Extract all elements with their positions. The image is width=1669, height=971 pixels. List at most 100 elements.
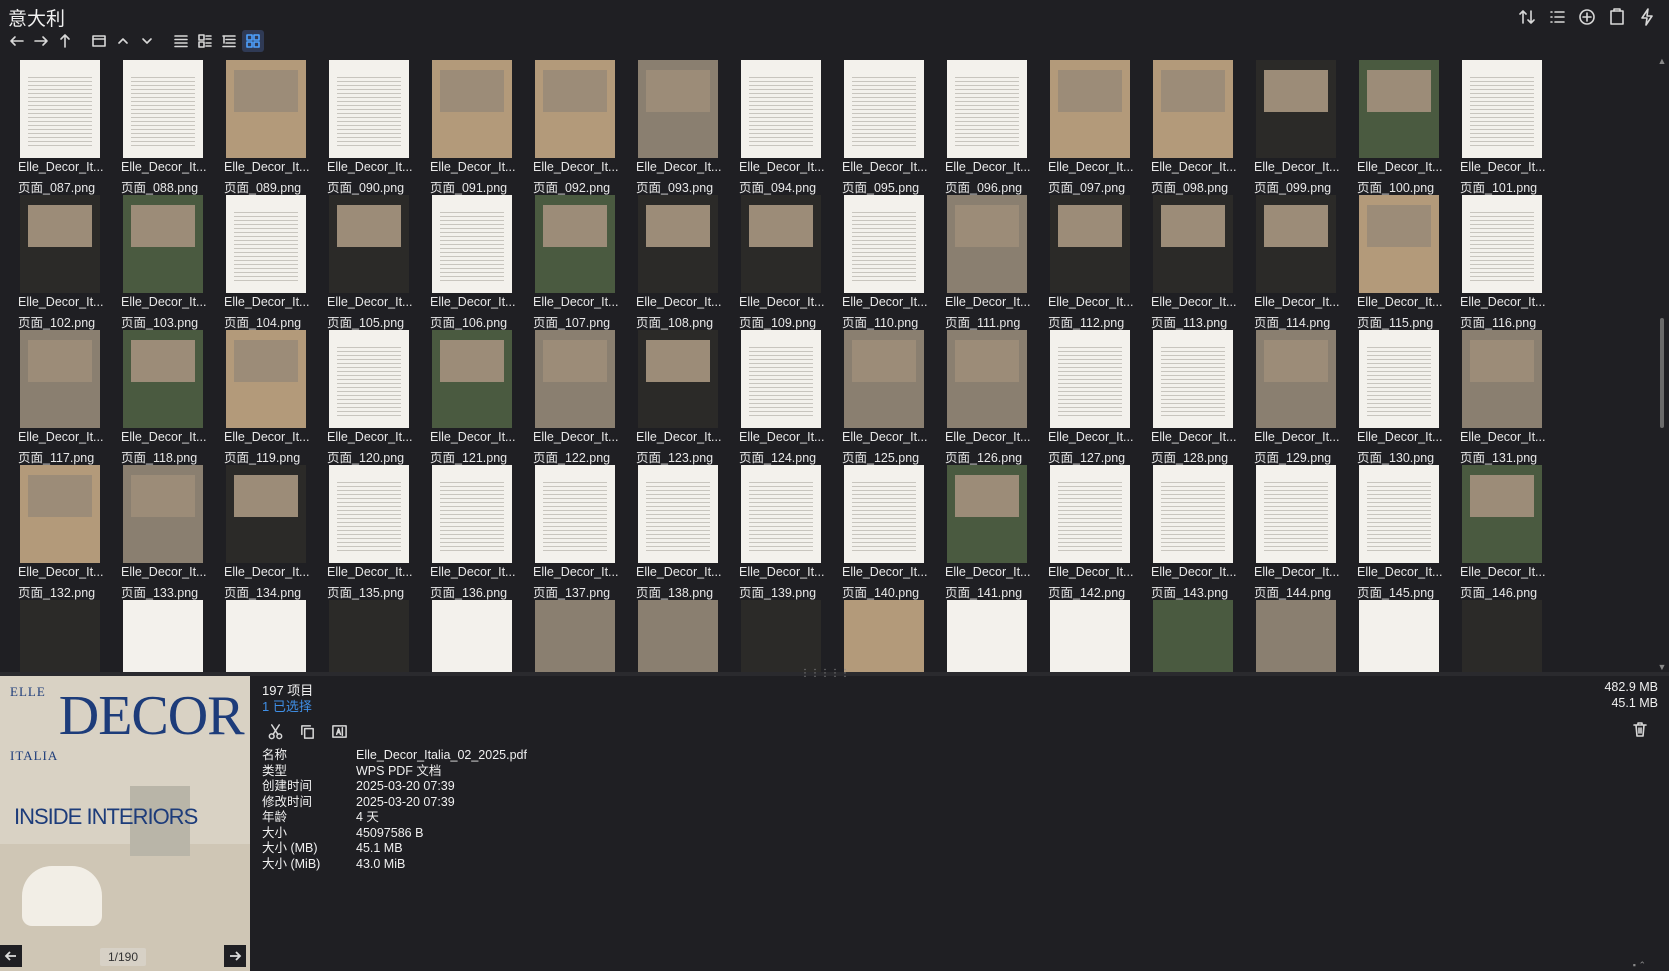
file-tile[interactable]: Elle_Decor_It... 页面_093.png — [628, 56, 733, 195]
clipboard-icon[interactable] — [1605, 6, 1629, 28]
file-tile[interactable]: Elle_Decor_It... 页面_097.png — [1040, 56, 1145, 195]
file-tile[interactable] — [319, 596, 424, 672]
file-tile[interactable] — [834, 596, 939, 672]
file-tile[interactable]: Elle_Decor_It... 页面_088.png — [113, 56, 218, 195]
file-tile[interactable]: Elle_Decor_It... 页面_140.png — [834, 461, 939, 600]
file-tile[interactable]: Elle_Decor_It... 页面_099.png — [1246, 56, 1351, 195]
file-tile[interactable] — [525, 596, 630, 672]
file-tile[interactable]: Elle_Decor_It... 页面_119.png — [216, 326, 321, 465]
file-tile[interactable] — [422, 596, 527, 672]
file-tile[interactable]: Elle_Decor_It... 页面_121.png — [422, 326, 527, 465]
file-tile[interactable]: Elle_Decor_It... 页面_128.png — [1143, 326, 1248, 465]
file-tile[interactable]: Elle_Decor_It... 页面_142.png — [1040, 461, 1145, 600]
file-tile[interactable]: Elle_Decor_It... 页面_125.png — [834, 326, 939, 465]
file-tile[interactable]: Elle_Decor_It... 页面_110.png — [834, 191, 939, 330]
file-tile[interactable]: Elle_Decor_It... 页面_137.png — [525, 461, 630, 600]
folder-icon[interactable] — [88, 30, 110, 52]
file-tile[interactable]: Elle_Decor_It... 页面_111.png — [937, 191, 1042, 330]
file-tile[interactable]: Elle_Decor_It... 页面_104.png — [216, 191, 321, 330]
view-list-icon[interactable] — [170, 30, 192, 52]
file-tile[interactable]: Elle_Decor_It... 页面_126.png — [937, 326, 1042, 465]
file-tile[interactable]: Elle_Decor_It... 页面_100.png — [1349, 56, 1454, 195]
preview-next-icon[interactable] — [224, 945, 246, 967]
file-tile[interactable]: Elle_Decor_It... 页面_115.png — [1349, 191, 1454, 330]
file-tile[interactable]: Elle_Decor_It... 页面_139.png — [731, 461, 836, 600]
file-tile[interactable]: Elle_Decor_It... 页面_127.png — [1040, 326, 1145, 465]
file-tile[interactable]: Elle_Decor_It... 页面_141.png — [937, 461, 1042, 600]
file-tile[interactable]: Elle_Decor_It... 页面_090.png — [319, 56, 424, 195]
file-tile[interactable] — [1452, 596, 1557, 672]
file-tile[interactable]: Elle_Decor_It... 页面_120.png — [319, 326, 424, 465]
file-tile[interactable] — [937, 596, 1042, 672]
up-arrow-icon[interactable] — [54, 30, 76, 52]
add-circle-icon[interactable] — [1575, 6, 1599, 28]
file-tile[interactable]: Elle_Decor_It... 页面_118.png — [113, 326, 218, 465]
file-tile[interactable]: Elle_Decor_It... 页面_087.png — [10, 56, 115, 195]
cut-icon[interactable] — [262, 718, 288, 744]
scroll-thumb[interactable] — [1660, 318, 1664, 428]
scroll-down-icon[interactable]: ▼ — [1657, 662, 1667, 672]
file-tile[interactable]: Elle_Decor_It... 页面_116.png — [1452, 191, 1557, 330]
file-tile[interactable]: Elle_Decor_It... 页面_094.png — [731, 56, 836, 195]
file-tile[interactable]: Elle_Decor_It... 页面_091.png — [422, 56, 527, 195]
file-tile[interactable] — [628, 596, 733, 672]
file-tile[interactable]: Elle_Decor_It... 页面_138.png — [628, 461, 733, 600]
file-tile[interactable]: Elle_Decor_It... 页面_122.png — [525, 326, 630, 465]
file-tile[interactable]: Elle_Decor_It... 页面_113.png — [1143, 191, 1248, 330]
file-tile[interactable]: Elle_Decor_It... 页面_105.png — [319, 191, 424, 330]
file-tile[interactable]: Elle_Decor_It... 页面_131.png — [1452, 326, 1557, 465]
file-tile[interactable]: Elle_Decor_It... 页面_092.png — [525, 56, 630, 195]
file-tile[interactable] — [10, 596, 115, 672]
file-tile[interactable]: Elle_Decor_It... 页面_123.png — [628, 326, 733, 465]
file-tile[interactable]: Elle_Decor_It... 页面_108.png — [628, 191, 733, 330]
forward-arrow-icon[interactable] — [30, 30, 52, 52]
file-tile[interactable]: Elle_Decor_It... 页面_107.png — [525, 191, 630, 330]
vertical-scrollbar[interactable]: ▲ ▼ — [1657, 56, 1667, 672]
view-tree-icon[interactable] — [218, 30, 240, 52]
file-tile[interactable] — [1040, 596, 1145, 672]
file-tile[interactable]: Elle_Decor_It... 页面_143.png — [1143, 461, 1248, 600]
file-tile[interactable]: Elle_Decor_It... 页面_102.png — [10, 191, 115, 330]
list-details-icon[interactable] — [1545, 6, 1569, 28]
file-tile[interactable]: Elle_Decor_It... 页面_130.png — [1349, 326, 1454, 465]
file-tile[interactable]: Elle_Decor_It... 页面_124.png — [731, 326, 836, 465]
file-tile[interactable]: Elle_Decor_It... 页面_117.png — [10, 326, 115, 465]
scroll-up-icon[interactable]: ▲ — [1657, 56, 1667, 66]
file-tile[interactable]: Elle_Decor_It... 页面_098.png — [1143, 56, 1248, 195]
file-tile[interactable]: Elle_Decor_It... 页面_089.png — [216, 56, 321, 195]
file-tile[interactable]: Elle_Decor_It... 页面_146.png — [1452, 461, 1557, 600]
file-tile[interactable] — [731, 596, 836, 672]
rename-icon[interactable] — [326, 718, 352, 744]
file-tile[interactable]: Elle_Decor_It... 页面_132.png — [10, 461, 115, 600]
selected-count[interactable]: 1 已选择 — [262, 696, 312, 715]
file-tile[interactable] — [1143, 596, 1248, 672]
file-tile[interactable]: Elle_Decor_It... 页面_103.png — [113, 191, 218, 330]
file-tile[interactable] — [1349, 596, 1454, 672]
file-tile[interactable]: Elle_Decor_It... 页面_145.png — [1349, 461, 1454, 600]
file-tile[interactable]: Elle_Decor_It... 页面_133.png — [113, 461, 218, 600]
file-tile[interactable] — [113, 596, 218, 672]
view-details-icon[interactable] — [194, 30, 216, 52]
file-tile[interactable]: Elle_Decor_It... 页面_095.png — [834, 56, 939, 195]
file-tile[interactable]: Elle_Decor_It... 页面_112.png — [1040, 191, 1145, 330]
file-tile[interactable]: Elle_Decor_It... 页面_144.png — [1246, 461, 1351, 600]
preview-prev-icon[interactable] — [0, 945, 22, 967]
file-tile[interactable]: Elle_Decor_It... 页面_101.png — [1452, 56, 1557, 195]
file-tile[interactable]: Elle_Decor_It... 页面_114.png — [1246, 191, 1351, 330]
file-tile[interactable] — [216, 596, 321, 672]
file-tile[interactable]: Elle_Decor_It... 页面_106.png — [422, 191, 527, 330]
view-grid-icon[interactable] — [242, 30, 264, 52]
file-tile[interactable]: Elle_Decor_It... 页面_096.png — [937, 56, 1042, 195]
chevron-down-icon[interactable] — [136, 30, 158, 52]
file-tile[interactable] — [1246, 596, 1351, 672]
chevron-up-icon[interactable] — [112, 30, 134, 52]
file-tile[interactable]: Elle_Decor_It... 页面_135.png — [319, 461, 424, 600]
delete-icon[interactable] — [1628, 718, 1652, 740]
sort-icon[interactable] — [1515, 6, 1539, 28]
file-tile[interactable]: Elle_Decor_It... 页面_136.png — [422, 461, 527, 600]
flash-icon[interactable] — [1635, 6, 1659, 28]
file-tile[interactable]: Elle_Decor_It... 页面_129.png — [1246, 326, 1351, 465]
back-arrow-icon[interactable] — [6, 30, 28, 52]
file-tile[interactable]: Elle_Decor_It... 页面_109.png — [731, 191, 836, 330]
copy-icon[interactable] — [294, 718, 320, 744]
